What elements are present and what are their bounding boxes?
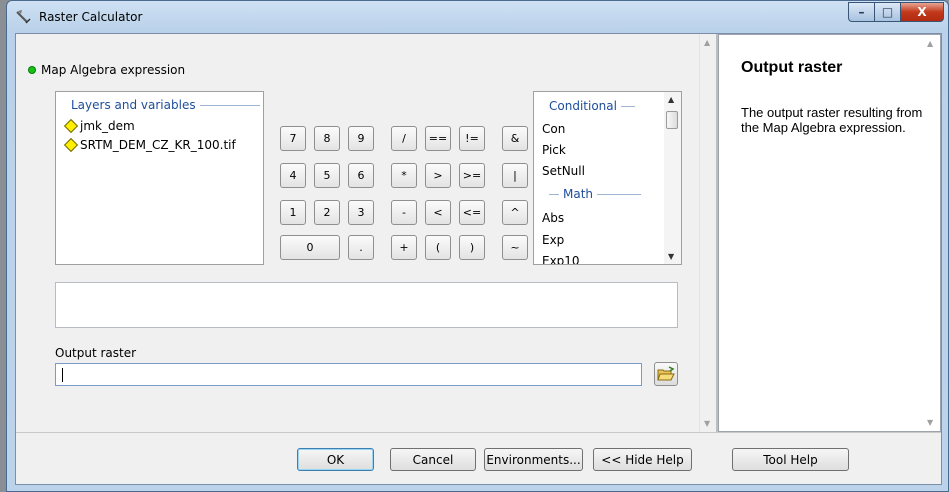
layer-item-label: jmk_dem [80,119,135,133]
key-close-paren[interactable]: ) [459,235,485,260]
key-divide[interactable]: / [391,126,417,151]
function-item-setnull[interactable]: SetNull [542,164,585,178]
scroll-up-arrow-icon[interactable]: ▲ [927,39,933,48]
key-7[interactable]: 7 [280,126,306,151]
title-bar: Raster Calculator – □ X [7,1,948,33]
function-item-abs[interactable]: Abs [542,211,564,225]
function-item-con[interactable]: Con [542,122,565,136]
dialog-client-area: Map Algebra expression Layers and variab… [15,33,942,485]
hide-help-button[interactable]: << Hide Help [593,448,692,471]
key-and[interactable]: & [502,126,528,151]
tool-help-button[interactable]: Tool Help [732,448,849,471]
help-scrollbar[interactable]: ▲ ▼ [923,35,940,431]
scroll-down-arrow-icon[interactable]: ▼ [927,418,933,427]
scroll-down-arrow-icon[interactable]: ▼ [704,419,710,428]
key-not[interactable]: ~ [502,235,528,260]
expression-textbox[interactable] [55,282,678,328]
raster-layer-icon [63,118,79,134]
header-divider [597,193,642,195]
layers-variables-list[interactable]: Layers and variables jmk_dem SRTM_DEM_CZ… [55,91,264,265]
raster-layer-icon [63,137,79,153]
header-divider [549,193,559,195]
key-open-paren[interactable]: ( [425,235,451,260]
math-header-label: Math [563,187,594,201]
key-equal[interactable]: == [425,126,451,151]
math-header: Math [549,187,642,201]
parameters-pane: Map Algebra expression Layers and variab… [16,34,699,432]
key-greater[interactable]: > [425,163,451,188]
help-pane: Output raster The output raster resultin… [718,34,941,432]
header-divider [199,104,260,106]
conditional-header-label: Conditional [549,99,617,113]
key-or[interactable]: | [502,163,528,188]
conditional-header: Conditional [549,99,635,113]
raster-calculator-icon [16,10,31,24]
key-greater-equal[interactable]: >= [459,163,485,188]
key-decimal[interactable]: . [348,235,374,260]
functions-scrollbar[interactable]: ▲ ▼ [664,92,681,264]
scroll-down-arrow-icon[interactable]: ▼ [668,252,674,261]
dialog-button-bar: OK Cancel Environments... << Hide Help T… [16,432,941,484]
expression-label-row: Map Algebra expression [28,63,185,77]
scroll-thumb[interactable] [666,111,678,129]
key-less[interactable]: < [425,200,451,225]
browse-button[interactable] [654,362,678,386]
raster-calculator-window: Raster Calculator – □ X Map Algebra expr… [6,0,949,492]
cancel-button[interactable]: Cancel [390,448,476,471]
header-divider [620,105,635,107]
layers-header-label: Layers and variables [71,98,196,112]
caption-buttons: – □ X [848,2,944,22]
scroll-up-arrow-icon[interactable]: ▲ [668,95,674,104]
layer-item[interactable]: SRTM_DEM_CZ_KR_100.tif [63,137,236,153]
key-8[interactable]: 8 [314,126,340,151]
minimize-button[interactable]: – [848,2,874,22]
green-dot-icon [28,66,36,74]
maximize-button[interactable]: □ [874,2,900,22]
key-plus[interactable]: + [391,235,417,260]
output-raster-label: Output raster [55,346,137,360]
function-item-exp10[interactable]: Exp10 [542,254,580,264]
key-0[interactable]: 0 [280,235,340,260]
ok-button[interactable]: OK [297,448,374,471]
window-title: Raster Calculator [39,10,143,24]
function-item-exp[interactable]: Exp [542,233,564,247]
key-4[interactable]: 4 [280,163,306,188]
text-caret [62,367,63,382]
layer-item[interactable]: jmk_dem [63,118,135,134]
tools-function-list[interactable]: Conditional Con Pick SetNull Math Abs Ex… [533,91,682,265]
help-title: Output raster [741,59,843,76]
output-raster-input[interactable] [55,363,642,386]
open-folder-icon [657,366,675,381]
function-item-pick[interactable]: Pick [542,143,566,157]
key-1[interactable]: 1 [280,200,306,225]
key-minus[interactable]: - [391,200,417,225]
key-xor[interactable]: ^ [502,200,528,225]
key-not-equal[interactable]: != [459,126,485,151]
key-less-equal[interactable]: <= [459,200,485,225]
parameters-scrollbar[interactable]: ▲ ▼ [699,34,716,432]
layer-item-label: SRTM_DEM_CZ_KR_100.tif [80,138,236,152]
layers-header: Layers and variables [71,98,260,112]
help-text: The output raster resulting from the Map… [741,105,923,135]
close-button[interactable]: X [900,2,944,22]
environments-button[interactable]: Environments... [484,448,583,471]
key-9[interactable]: 9 [348,126,374,151]
expression-label: Map Algebra expression [41,63,186,77]
scroll-up-arrow-icon[interactable]: ▲ [704,38,710,47]
key-multiply[interactable]: * [391,163,417,188]
key-5[interactable]: 5 [314,163,340,188]
key-2[interactable]: 2 [314,200,340,225]
key-3[interactable]: 3 [348,200,374,225]
key-6[interactable]: 6 [348,163,374,188]
